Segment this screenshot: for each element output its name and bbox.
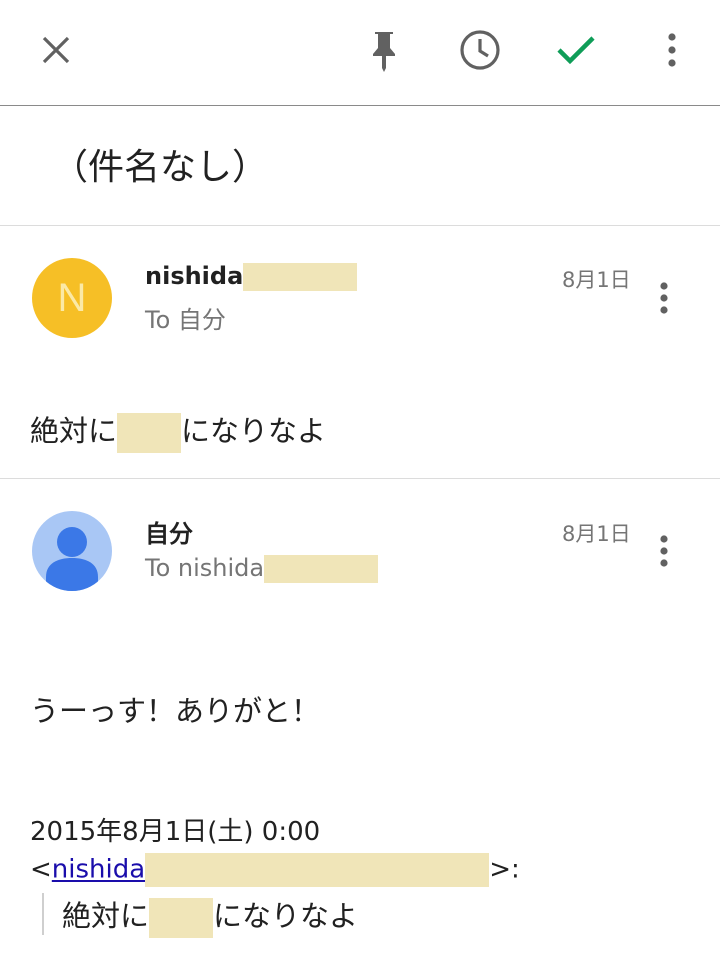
more-vert-icon — [668, 33, 676, 67]
recipient-line[interactable]: To nishida — [145, 554, 379, 583]
more-vert-icon — [660, 535, 668, 567]
recipient-line[interactable]: To 自分 — [145, 300, 226, 335]
email-link[interactable]: nishida — [52, 855, 145, 885]
clock-icon — [460, 30, 500, 70]
message-body: うーっす！ありがと！ — [30, 694, 321, 728]
sender-name: nishida — [145, 262, 358, 291]
redaction — [149, 898, 214, 938]
message-more-button[interactable] — [648, 274, 680, 322]
message-more-button[interactable] — [648, 527, 680, 575]
message-body: 絶対に になりなよ — [30, 408, 326, 453]
avatar[interactable] — [32, 511, 112, 591]
quoted-text: 絶対に になりなよ — [42, 893, 358, 938]
person-icon — [46, 527, 98, 591]
check-icon — [557, 36, 595, 65]
avatar-letter: N — [57, 275, 87, 320]
subject-title: （件名なし） — [52, 147, 269, 188]
redaction — [264, 555, 379, 583]
message-date: 8月1日 — [562, 522, 631, 546]
redaction — [117, 413, 182, 453]
divider — [0, 225, 720, 226]
divider — [0, 478, 720, 479]
more-options-button[interactable] — [644, 22, 700, 78]
quote-header-email: <nishida >: — [30, 853, 520, 887]
toolbar — [0, 0, 720, 106]
more-vert-icon — [660, 282, 668, 314]
quote-header-date: 2015年8月1日(土) 0:00 — [30, 817, 321, 847]
done-button[interactable] — [548, 22, 604, 78]
redaction — [145, 853, 490, 887]
redaction — [243, 263, 358, 291]
pin-button[interactable] — [356, 22, 412, 78]
close-button[interactable] — [28, 22, 84, 78]
pin-icon — [373, 32, 395, 72]
close-icon — [42, 36, 70, 64]
snooze-button[interactable] — [452, 22, 508, 78]
message-date: 8月1日 — [562, 268, 631, 292]
sender-name: 自分 — [145, 520, 193, 548]
avatar[interactable]: N — [32, 258, 112, 338]
